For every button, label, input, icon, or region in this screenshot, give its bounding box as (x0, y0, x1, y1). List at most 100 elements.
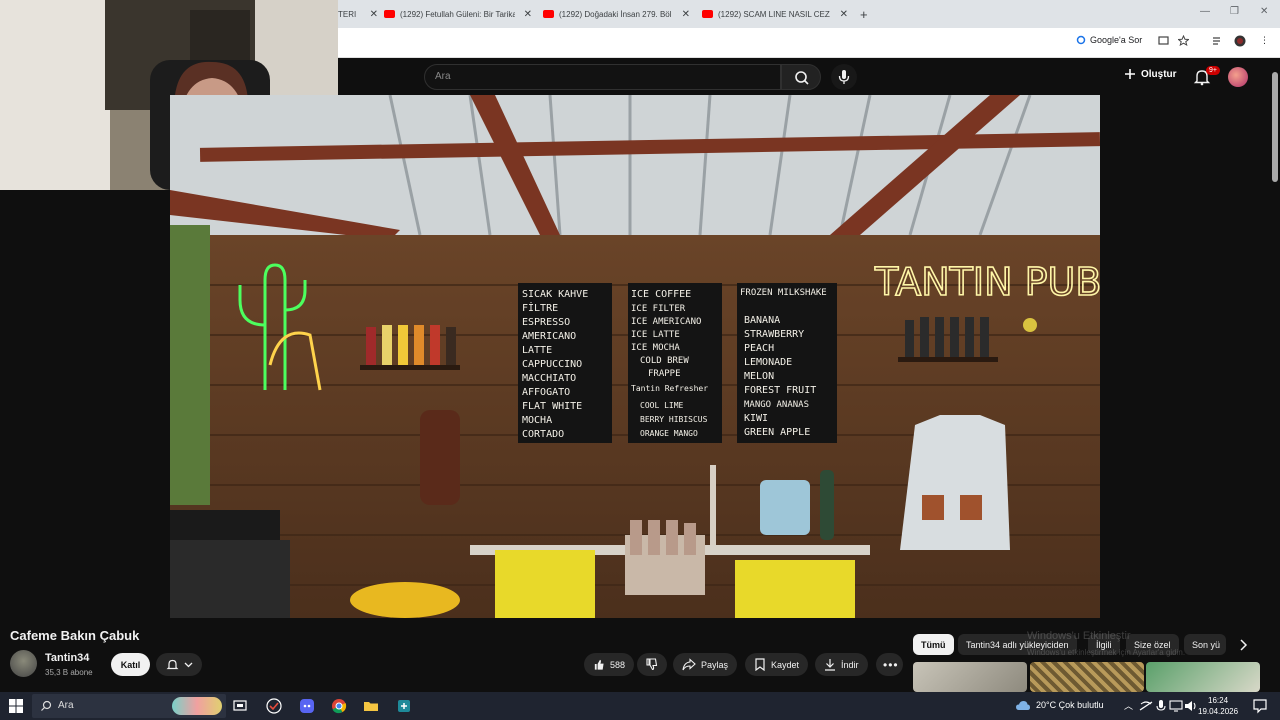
network-icon[interactable] (1138, 698, 1154, 714)
search-icon (795, 71, 809, 85)
windows-taskbar: Ara 20°C Çok bulutlu ︿ 16:24 19.04.2026 (0, 692, 1280, 720)
notification-center-icon[interactable] (1252, 698, 1268, 714)
page-scrollbar[interactable] (1270, 58, 1280, 692)
svg-text:CORTADO: CORTADO (522, 429, 564, 440)
video-player[interactable]: SICAK KAHVE FİLTRE ESPRESSO AMERICANO LA… (170, 95, 1100, 618)
channel-avatar[interactable] (10, 650, 37, 677)
like-button[interactable]: 588 (584, 653, 634, 676)
video-frame: SICAK KAHVE FİLTRE ESPRESSO AMERICANO LA… (170, 95, 1100, 618)
clock-date: 19.04.2026 (1198, 707, 1239, 716)
chevron-up-icon[interactable]: ︿ (1124, 699, 1133, 712)
close-icon[interactable]: ✕ (524, 9, 532, 20)
join-button[interactable]: Katıl (111, 653, 150, 676)
windows-activation-watermark: Windows'u Etkinleştir (1027, 630, 1131, 642)
recommendation-thumbnail[interactable] (913, 662, 1027, 692)
windows-start-icon[interactable] (8, 698, 24, 714)
volume-icon[interactable] (1183, 698, 1199, 714)
browser-tab[interactable]: (1292) Fetullah Güleni: Bir Tarikat ✕ (384, 4, 532, 24)
channel-name[interactable]: Tantin34 (45, 652, 89, 664)
download-button[interactable]: İndir (815, 653, 868, 676)
app-icon[interactable] (396, 698, 412, 714)
cloud-icon (1016, 701, 1030, 710)
account-avatar[interactable] (1228, 67, 1248, 87)
search-input[interactable]: Ara (424, 64, 781, 90)
chip-all[interactable]: Tümü (913, 634, 954, 655)
close-icon[interactable]: ✕ (682, 9, 690, 20)
thumbs-up-icon (594, 659, 604, 670)
restore-icon[interactable]: ❐ (1230, 6, 1239, 17)
subscriber-count: 35,3 B abone (45, 668, 93, 677)
weather-widget[interactable]: 20°C Çok bulutlu (1015, 699, 1104, 711)
scrollbar-thumb[interactable] (1272, 72, 1278, 182)
recommendation-thumbnail[interactable] (1146, 662, 1260, 692)
search-highlight-image (172, 697, 222, 715)
app-icon[interactable] (266, 698, 282, 714)
download-label: İndir (841, 659, 859, 670)
svg-text:ICE AMERICANO: ICE AMERICANO (631, 317, 701, 327)
new-tab-button[interactable]: + (860, 4, 874, 24)
svg-text:Tantin Refresher: Tantin Refresher (631, 384, 708, 393)
browser-tab[interactable]: (1292) SCAM LINE NASIL CEZA ✕ (702, 4, 848, 24)
notification-badge: 9+ (1206, 66, 1220, 75)
svg-text:FOREST FRUIT: FOREST FRUIT (744, 385, 816, 396)
display-icon[interactable] (1168, 698, 1184, 714)
clock-time: 16:24 (1208, 696, 1229, 705)
lens-icon (1076, 35, 1086, 45)
microphone-icon[interactable] (1153, 698, 1169, 714)
svg-text:AFFOGATO: AFFOGATO (522, 387, 570, 398)
svg-text:KIWI: KIWI (744, 413, 768, 424)
youtube-icon (384, 10, 395, 18)
chevron-right-icon[interactable] (1236, 638, 1250, 652)
google-lens-button[interactable]: Google'a Sor (1076, 35, 1142, 45)
svg-text:LEMONADE: LEMONADE (744, 357, 792, 368)
share-icon (682, 658, 696, 671)
svg-text:CAPPUCCINO: CAPPUCCINO (522, 359, 582, 370)
browser-toolbar: Google'a Sor ⋮ (338, 28, 1280, 58)
plus-icon (1125, 69, 1135, 79)
svg-text:COLD BREW: COLD BREW (640, 356, 689, 366)
svg-text:MACCHIATO: MACCHIATO (522, 373, 576, 384)
more-actions-button[interactable]: ••• (876, 653, 903, 676)
search-button[interactable] (781, 64, 821, 90)
svg-text:ICE MOCHA: ICE MOCHA (631, 343, 680, 353)
create-label: Oluştur (1141, 68, 1177, 80)
svg-text:MELON: MELON (744, 371, 774, 382)
neon-sign: TANTIN PUB (874, 260, 1100, 304)
browser-tab[interactable]: (1292) Doğadaki İnsan 279. Böl ✕ (543, 4, 690, 24)
youtube-icon (543, 10, 554, 18)
thumbs-down-icon (646, 658, 658, 671)
taskbar-search-input[interactable]: Ara (32, 694, 226, 718)
voice-search-button[interactable] (831, 64, 857, 90)
share-label: Paylaş (701, 659, 729, 670)
recommendation-thumbnail[interactable] (1030, 662, 1144, 692)
save-button[interactable]: Kaydet (745, 653, 809, 676)
reading-list-icon[interactable] (1212, 35, 1223, 46)
subscription-bell-button[interactable] (156, 653, 202, 676)
profile-icon[interactable] (1234, 35, 1246, 47)
search-icon (41, 700, 52, 711)
file-explorer-icon[interactable] (363, 698, 379, 714)
weather-text: 20°C Çok bulutlu (1036, 700, 1104, 710)
svg-text:ESPRESSO: ESPRESSO (522, 317, 570, 328)
install-icon[interactable] (1158, 35, 1169, 46)
taskbar-clock[interactable]: 16:24 19.04.2026 (1198, 695, 1238, 717)
dislike-button[interactable] (637, 653, 667, 676)
minimize-icon[interactable]: — (1200, 6, 1210, 17)
svg-text:BANANA: BANANA (744, 315, 780, 326)
svg-text:FLAT WHITE: FLAT WHITE (522, 401, 582, 412)
browser-tab[interactable]: TERI ✕ (338, 4, 378, 24)
tab-title: (1292) SCAM LINE NASIL CEZA (718, 9, 830, 19)
chrome-icon[interactable] (331, 698, 347, 714)
share-button[interactable]: Paylaş (673, 653, 738, 676)
windows-activation-subtext: Windows'u etkinleştirmek için Ayarlar'a … (1027, 648, 1186, 657)
discord-icon[interactable] (299, 698, 315, 714)
close-icon[interactable]: ✕ (370, 9, 378, 20)
close-icon[interactable]: ✕ (840, 9, 848, 20)
close-window-icon[interactable]: ✕ (1260, 6, 1268, 17)
bookmark-star-icon[interactable] (1178, 35, 1189, 46)
chip-recent[interactable]: Son yü (1184, 634, 1226, 655)
tab-title: (1292) Doğadaki İnsan 279. Böl (559, 9, 671, 19)
task-view-icon[interactable] (232, 698, 248, 714)
kebab-menu-icon[interactable]: ⋮ (1260, 35, 1269, 46)
create-button[interactable]: Oluştur (1124, 68, 1177, 80)
